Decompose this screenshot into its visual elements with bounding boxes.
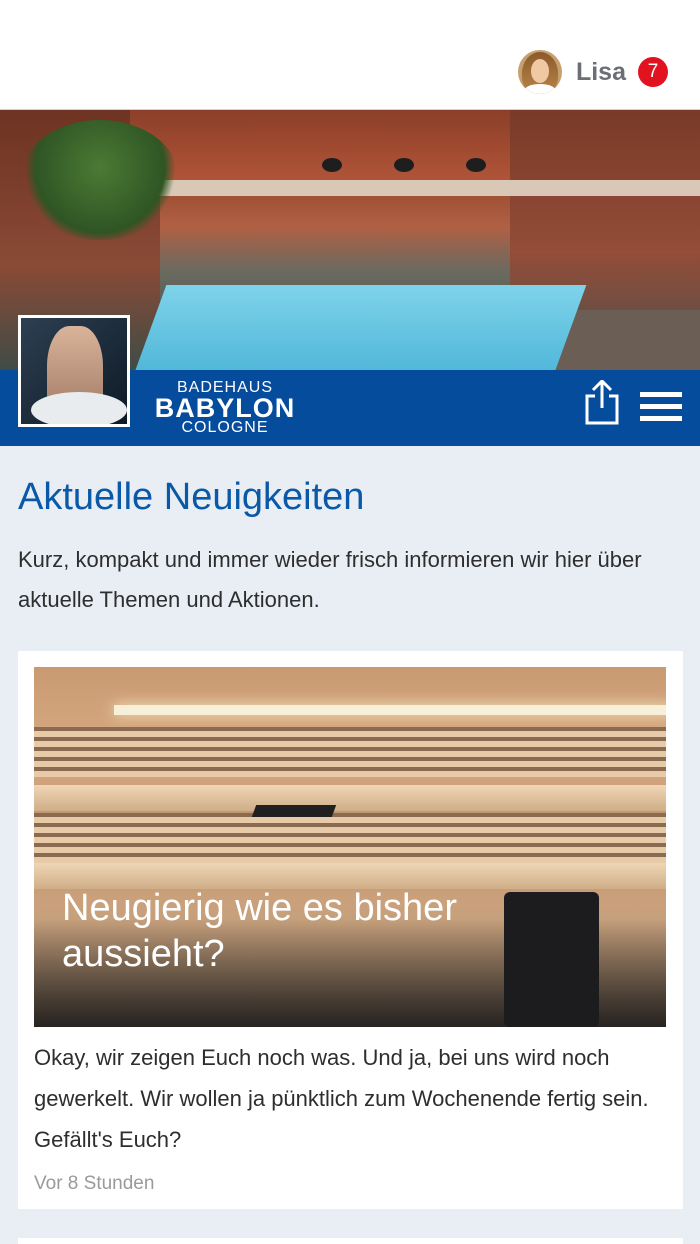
hero-roof — [130, 110, 550, 190]
sauna-light-strip — [114, 705, 666, 715]
menu-line — [640, 416, 682, 421]
news-card-timestamp: Vor 8 Stunden — [34, 1173, 155, 1194]
user-profile[interactable]: Lisa 7 — [517, 50, 668, 94]
brand-logo[interactable]: BADEHAUS BABYLON COLOGNE — [150, 380, 300, 436]
sauna-slats — [34, 727, 666, 777]
username[interactable]: Lisa — [576, 58, 626, 87]
sauna-mat — [251, 805, 337, 817]
hero-window — [394, 158, 414, 172]
next-news-card[interactable] — [18, 1238, 683, 1244]
avatar-face — [530, 59, 549, 83]
hero-eaves — [120, 180, 700, 196]
hamburger-menu-icon[interactable] — [640, 392, 684, 424]
sauna-bench — [34, 785, 666, 811]
hero-window — [322, 158, 342, 172]
share-icon[interactable] — [582, 378, 622, 426]
hero-window — [466, 158, 486, 172]
logo-line-2: BABYLON — [154, 393, 296, 423]
page-title: Aktuelle Neuigkeiten — [18, 476, 365, 518]
menu-line — [640, 392, 682, 397]
menu-line — [640, 404, 682, 409]
top-bar: Lisa 7 — [0, 0, 700, 110]
hero-palm — [20, 120, 180, 240]
news-card[interactable]: Neugierig wie es bisher aussieht? Okay, … — [18, 651, 683, 1209]
news-card-title[interactable]: Neugierig wie es bisher aussieht? — [62, 885, 522, 977]
intro-text: Kurz, kompakt und immer wieder frisch in… — [18, 547, 642, 612]
notification-badge[interactable]: 7 — [638, 57, 668, 87]
avatar-shirt — [523, 84, 556, 94]
sauna-slats — [34, 813, 666, 863]
profile-thumbnail[interactable] — [18, 315, 130, 427]
hero-pool — [133, 285, 587, 370]
news-card-text: Okay, wir zeigen Euch noch was. Und ja, … — [34, 1045, 649, 1152]
user-avatar[interactable] — [517, 50, 562, 94]
thumbnail-towel — [31, 392, 127, 424]
